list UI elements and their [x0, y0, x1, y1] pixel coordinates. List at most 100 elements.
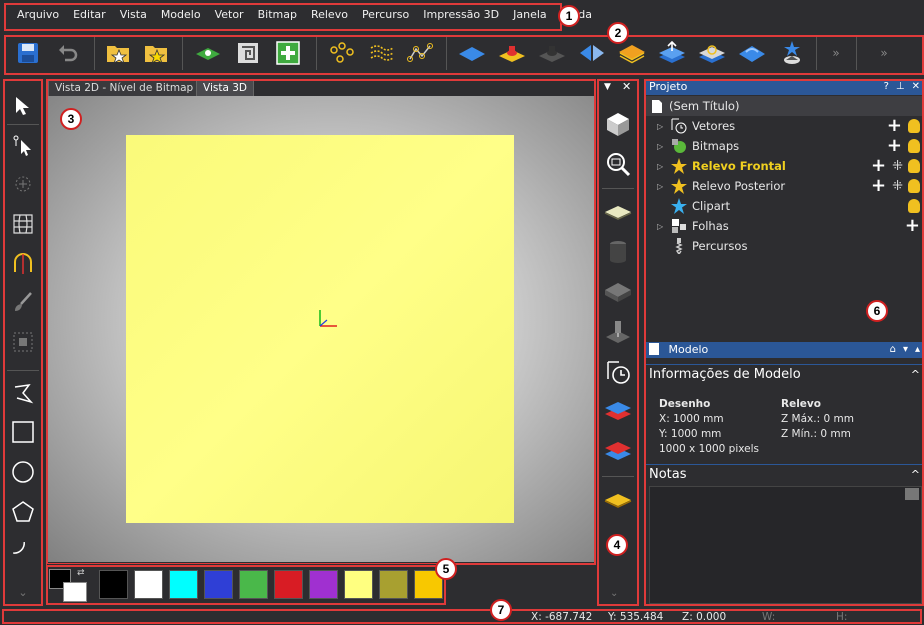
- create-model-button[interactable]: [192, 38, 224, 68]
- swatch-olive[interactable]: [379, 570, 408, 599]
- swatch-purple[interactable]: [309, 570, 338, 599]
- swatch-black[interactable]: [99, 570, 128, 599]
- help-icon[interactable]: ?: [884, 79, 889, 95]
- paint-tool[interactable]: [7, 286, 39, 318]
- visibility-bulb-icon[interactable]: [908, 159, 920, 173]
- material-button[interactable]: [602, 236, 634, 268]
- secondary-color-swatch[interactable]: [63, 582, 87, 602]
- close-icon[interactable]: ✕: [912, 79, 920, 95]
- chevron-up-icon[interactable]: ^: [911, 365, 920, 385]
- toolpath-preview-button[interactable]: [602, 316, 634, 348]
- add-bitmap-icon[interactable]: +: [887, 137, 902, 155]
- transform-tool[interactable]: [7, 168, 39, 200]
- shape-editor-button[interactable]: [496, 38, 528, 68]
- block-view-button[interactable]: [602, 276, 634, 308]
- add-grid-icon[interactable]: ⁜: [892, 159, 903, 174]
- toolpath-time-button[interactable]: [602, 356, 634, 388]
- circle-tool[interactable]: [7, 456, 39, 488]
- add-relief-icon[interactable]: +: [871, 177, 886, 195]
- toolbar-overflow-button-2[interactable]: »: [868, 38, 900, 68]
- zoom-button[interactable]: [602, 148, 634, 180]
- add-sheet-icon[interactable]: +: [905, 217, 920, 235]
- extrude-button[interactable]: [656, 38, 688, 68]
- swatch-green[interactable]: [239, 570, 268, 599]
- expand-arrow-icon[interactable]: ▷: [657, 162, 665, 171]
- visibility-bulb-icon[interactable]: [908, 179, 920, 193]
- tree-item-clipart[interactable]: Clipart: [645, 196, 924, 216]
- swatch-blue[interactable]: [204, 570, 233, 599]
- swap-colors-icon[interactable]: ⇄: [77, 568, 85, 578]
- notes-scrollbar[interactable]: [905, 488, 919, 500]
- close-icon[interactable]: ✕: [622, 80, 631, 93]
- expand-arrow-icon[interactable]: ▷: [657, 142, 665, 151]
- menu-relevo[interactable]: Relevo: [304, 6, 355, 23]
- collapse-icon[interactable]: ▾: [903, 342, 908, 358]
- add-grid-icon[interactable]: ⁜: [892, 179, 903, 194]
- arc-tool[interactable]: [7, 536, 39, 568]
- layer-stack-button[interactable]: [602, 394, 634, 426]
- menu-editar[interactable]: Editar: [66, 6, 113, 23]
- iso-view-button[interactable]: [602, 108, 634, 140]
- stack-relief-button[interactable]: [696, 38, 728, 68]
- visibility-bulb-icon[interactable]: [908, 119, 920, 133]
- swatch-cyan[interactable]: [169, 570, 198, 599]
- recent-project-button[interactable]: [140, 38, 172, 68]
- tree-item-bitmaps[interactable]: ▷ Bitmaps +: [645, 136, 924, 156]
- tree-item-vetores[interactable]: ▷ Vetores +: [645, 116, 924, 136]
- polyline-draw-tool[interactable]: [7, 378, 39, 410]
- open-project-button[interactable]: [102, 38, 134, 68]
- fill-tool[interactable]: [7, 326, 39, 358]
- polyline-button[interactable]: [404, 38, 436, 68]
- tab-vista-3d[interactable]: Vista 3D: [196, 80, 254, 96]
- rectangle-tool[interactable]: [7, 416, 39, 448]
- node-select-tool[interactable]: [7, 130, 39, 162]
- menu-impressao-3d[interactable]: Impressão 3D: [416, 6, 506, 23]
- mirror-tool[interactable]: [7, 248, 39, 280]
- polygon-tool[interactable]: [7, 496, 39, 528]
- save-button[interactable]: [12, 38, 44, 68]
- visibility-bulb-icon[interactable]: [908, 139, 920, 153]
- 3d-viewport[interactable]: [47, 96, 596, 562]
- menu-bitmap[interactable]: Bitmap: [251, 6, 304, 23]
- relief-shape-button[interactable]: [536, 38, 568, 68]
- pin-icon[interactable]: ⊥: [896, 79, 905, 95]
- expand-arrow-icon[interactable]: ▷: [657, 222, 665, 231]
- chevron-down-icon[interactable]: ▼: [604, 82, 611, 92]
- toolbar-overflow-button[interactable]: »: [820, 38, 852, 68]
- menu-percurso[interactable]: Percurso: [355, 6, 416, 23]
- swatch-red[interactable]: [274, 570, 303, 599]
- swatch-white[interactable]: [134, 570, 163, 599]
- expand-arrow-icon[interactable]: ▷: [657, 182, 665, 191]
- smooth-vectors-button[interactable]: [366, 38, 398, 68]
- chevron-up-icon[interactable]: ^: [911, 465, 920, 485]
- menu-arquivo[interactable]: Arquivo: [10, 6, 66, 23]
- select-tool[interactable]: [7, 90, 39, 122]
- swatch-light-yellow[interactable]: [344, 570, 373, 599]
- view-tools-overflow-button[interactable]: ⌄: [610, 588, 618, 599]
- add-relief-icon[interactable]: +: [871, 157, 886, 175]
- add-model-button[interactable]: [272, 38, 304, 68]
- menu-modelo[interactable]: Modelo: [154, 6, 208, 23]
- visibility-bulb-icon[interactable]: [908, 199, 920, 213]
- model-size-button[interactable]: [232, 38, 264, 68]
- add-vector-icon[interactable]: +: [887, 117, 902, 135]
- expand-icon[interactable]: ▴: [915, 342, 920, 358]
- tree-root[interactable]: (Sem Título): [645, 96, 924, 116]
- menu-janela[interactable]: Janela: [506, 6, 554, 23]
- undo-button[interactable]: [52, 38, 84, 68]
- layer-combine-button[interactable]: [602, 434, 634, 466]
- model-info-header[interactable]: Informações de Modelo ^: [645, 364, 924, 384]
- notes-textarea[interactable]: [649, 486, 922, 604]
- notes-header[interactable]: Notas ^: [645, 464, 924, 484]
- sheet-view-button[interactable]: [602, 484, 634, 516]
- home-icon[interactable]: ⌂: [890, 342, 896, 358]
- tree-item-relevo-posterior[interactable]: ▷ Relevo Posterior + ⁜: [645, 176, 924, 196]
- menu-vista[interactable]: Vista: [113, 6, 154, 23]
- tree-item-folhas[interactable]: ▷ Folhas +: [645, 216, 924, 236]
- clipart-button[interactable]: [776, 38, 808, 68]
- tab-vista-2d[interactable]: Vista 2D - Nível de Bitmap: [48, 80, 201, 96]
- show-relief-button[interactable]: [602, 196, 634, 228]
- relief-plane-button[interactable]: [456, 38, 488, 68]
- tools-overflow-button[interactable]: ⌄: [7, 576, 39, 608]
- node-edit-button[interactable]: [326, 38, 358, 68]
